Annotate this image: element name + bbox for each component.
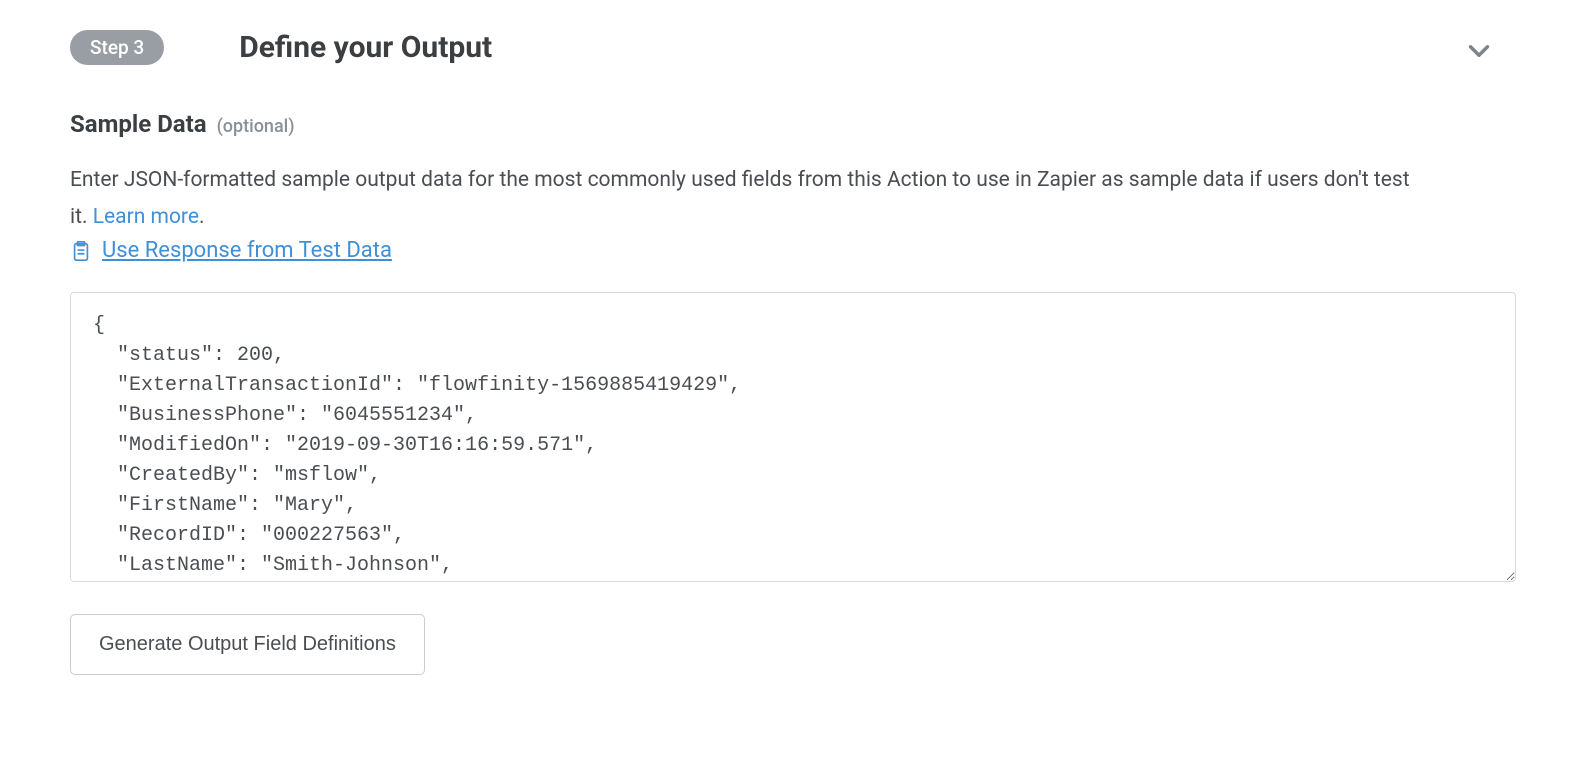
learn-more-link[interactable]: Learn more bbox=[93, 205, 199, 229]
description-post: . bbox=[199, 205, 205, 229]
use-response-link[interactable]: Use Response from Test Data bbox=[102, 238, 392, 263]
use-response-row: Use Response from Test Data bbox=[70, 238, 1516, 264]
optional-label: (optional) bbox=[217, 116, 295, 137]
section-title: Sample Data bbox=[70, 110, 207, 138]
step-badge: Step 3 bbox=[70, 30, 164, 65]
section-heading: Sample Data (optional) bbox=[70, 110, 1516, 138]
clipboard-icon bbox=[70, 238, 92, 264]
step-header: Step 3 Define your Output bbox=[70, 30, 1516, 65]
chevron-down-icon[interactable] bbox=[1462, 34, 1496, 72]
page-title: Define your Output bbox=[239, 30, 492, 65]
generate-output-button[interactable]: Generate Output Field Definitions bbox=[70, 614, 425, 675]
section-description: Enter JSON-formatted sample output data … bbox=[70, 162, 1420, 236]
sample-data-textarea[interactable] bbox=[70, 292, 1516, 582]
description-text: Enter JSON-formatted sample output data … bbox=[70, 168, 1410, 229]
